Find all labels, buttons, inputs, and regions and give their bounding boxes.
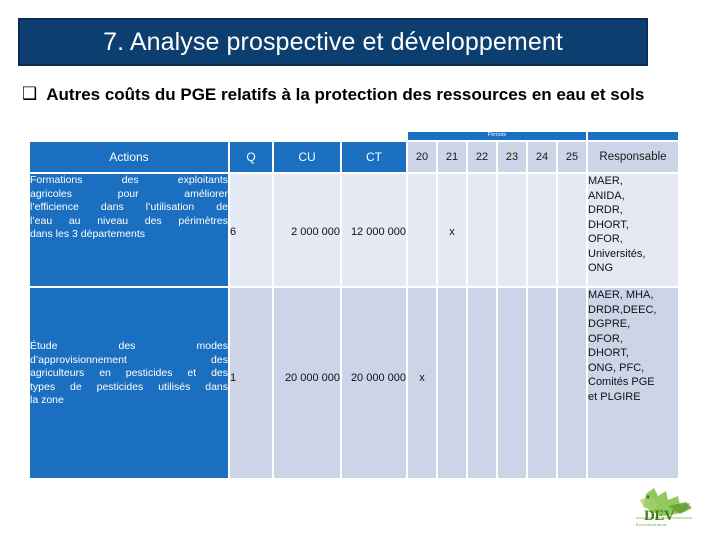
column-header-responsable: Responsable	[588, 142, 678, 172]
costs-table: Période Actions Q CU CT 20 21 22 23 24 2…	[28, 130, 680, 480]
action-line: Formations des exploitants	[30, 174, 228, 186]
row-responsable-cell: MAER, ANIDA, DRDR, DHORT, OFOR, Universi…	[588, 174, 678, 286]
row-year-23-cell	[498, 174, 526, 286]
year-mark	[528, 174, 556, 226]
responsable-line: DRDR,DEEC,	[588, 303, 657, 316]
column-header-year-24: 24	[528, 142, 556, 172]
row-year-22-cell	[468, 174, 496, 286]
year-mark	[498, 288, 526, 372]
row-cu-cell: 20 000 000	[274, 288, 340, 478]
column-header-q: Q	[230, 142, 272, 172]
table-row: Étude des modes d’approvisionnement des …	[30, 288, 678, 478]
row-year-21-cell	[438, 288, 466, 478]
row-responsable-cell: MAER, MHA, DRDR,DEEC, DGPRE, OFOR, DHORT…	[588, 288, 678, 478]
row-year-20-cell	[408, 174, 436, 286]
table-period-strip-row: Période	[30, 132, 678, 140]
column-header-cu: CU	[274, 142, 340, 172]
row-ct-cell: 20 000 000	[342, 288, 406, 478]
action-line: la zone	[30, 394, 64, 406]
responsable-line: Universités,	[588, 247, 646, 260]
column-header-year-20: 20	[408, 142, 436, 172]
row-cu-cell: 2 000 000	[274, 174, 340, 286]
year-mark	[528, 288, 556, 372]
dev-logo: DEV Environnement	[628, 484, 700, 532]
cu-value: 2 000 000	[291, 226, 340, 238]
strip-spacer-actions	[30, 132, 228, 140]
responsable-line: MAER, MHA,	[588, 289, 654, 301]
responsable-line: ANIDA,	[588, 189, 625, 202]
page-title: 7. Analyse prospective et développement	[103, 27, 563, 56]
action-line: types de pesticides utilisés dans	[30, 380, 228, 393]
action-line: l’efficience dans l’utilisation de	[30, 201, 228, 213]
column-header-ct: CT	[342, 142, 406, 172]
column-header-actions: Actions	[30, 142, 228, 172]
action-line: Étude des modes	[30, 340, 228, 352]
year-mark: x	[449, 226, 455, 238]
bullet-heading: ❑ Autres coûts du PGE relatifs à la prot…	[22, 84, 706, 105]
period-group-label: Période	[487, 132, 507, 138]
action-line: l’eau au niveau des périmètres	[30, 214, 228, 227]
year-mark: x	[419, 372, 425, 384]
row-year-24-cell	[528, 174, 556, 286]
year-mark	[438, 288, 466, 372]
responsable-line: et PLGIRE	[588, 390, 641, 403]
row-year-25-cell	[558, 174, 586, 286]
year-mark	[558, 174, 586, 226]
responsable-line: OFOR,	[588, 332, 623, 345]
q-value: 6	[230, 226, 237, 238]
responsable-line: DRDR,	[588, 204, 623, 216]
year-mark	[498, 174, 526, 226]
table-header-row: Actions Q CU CT 20 21 22 23 24 25 Respon…	[30, 142, 678, 172]
q-value: 1	[230, 372, 237, 384]
year-mark	[468, 288, 496, 372]
column-header-year-25: 25	[558, 142, 586, 172]
column-header-year-21: 21	[438, 142, 466, 172]
year-mark	[468, 174, 496, 226]
dev-logo-tagline: Environnement	[636, 522, 667, 527]
row-q-cell: 6	[230, 174, 272, 286]
responsable-line: DHORT,	[588, 347, 629, 359]
strip-spacer-q	[230, 132, 272, 140]
row-action-cell: Étude des modes d’approvisionnement des …	[30, 288, 228, 478]
slide-title-bar: 7. Analyse prospective et développement	[18, 18, 648, 66]
action-line: dans les 3 départements	[30, 228, 145, 240]
period-group-header: Période	[408, 132, 586, 140]
responsable-line: ONG, PFC,	[588, 361, 645, 374]
action-line: agricoles pour améliorer	[30, 187, 228, 200]
strip-spacer-ct	[342, 132, 406, 140]
responsable-line: MAER,	[588, 175, 623, 187]
row-year-25-cell	[558, 288, 586, 478]
row-year-23-cell	[498, 288, 526, 478]
strip-spacer-cu	[274, 132, 340, 140]
row-year-24-cell	[528, 288, 556, 478]
year-mark	[558, 288, 586, 372]
table-row: Formations des exploitants agricoles pou…	[30, 174, 678, 286]
responsable-line: ONG	[588, 262, 614, 274]
responsable-line: DGPRE,	[588, 318, 631, 330]
column-header-year-22: 22	[468, 142, 496, 172]
row-action-cell: Formations des exploitants agricoles pou…	[30, 174, 228, 286]
action-line: d’approvisionnement des	[30, 353, 228, 366]
row-year-22-cell	[468, 288, 496, 478]
responsable-line: OFOR,	[588, 233, 623, 245]
responsable-line: Comités PGE	[588, 376, 655, 388]
row-year-20-cell: x	[408, 288, 436, 478]
year-mark	[408, 174, 436, 226]
action-line: agriculteurs en pesticides et des	[30, 367, 228, 379]
cu-value: 20 000 000	[284, 372, 340, 384]
bullet-heading-label: Autres coûts du PGE relatifs à la protec…	[46, 85, 645, 104]
column-header-year-23: 23	[498, 142, 526, 172]
ct-value: 20 000 000	[350, 372, 406, 384]
square-bullet-icon: ❑	[22, 84, 38, 104]
strip-spacer-responsable	[588, 132, 678, 140]
row-year-21-cell: x	[438, 174, 466, 286]
row-ct-cell: 12 000 000	[342, 174, 406, 286]
ct-value: 12 000 000	[350, 226, 406, 238]
row-q-cell: 1	[230, 288, 272, 478]
responsable-line: DHORT,	[588, 218, 629, 231]
